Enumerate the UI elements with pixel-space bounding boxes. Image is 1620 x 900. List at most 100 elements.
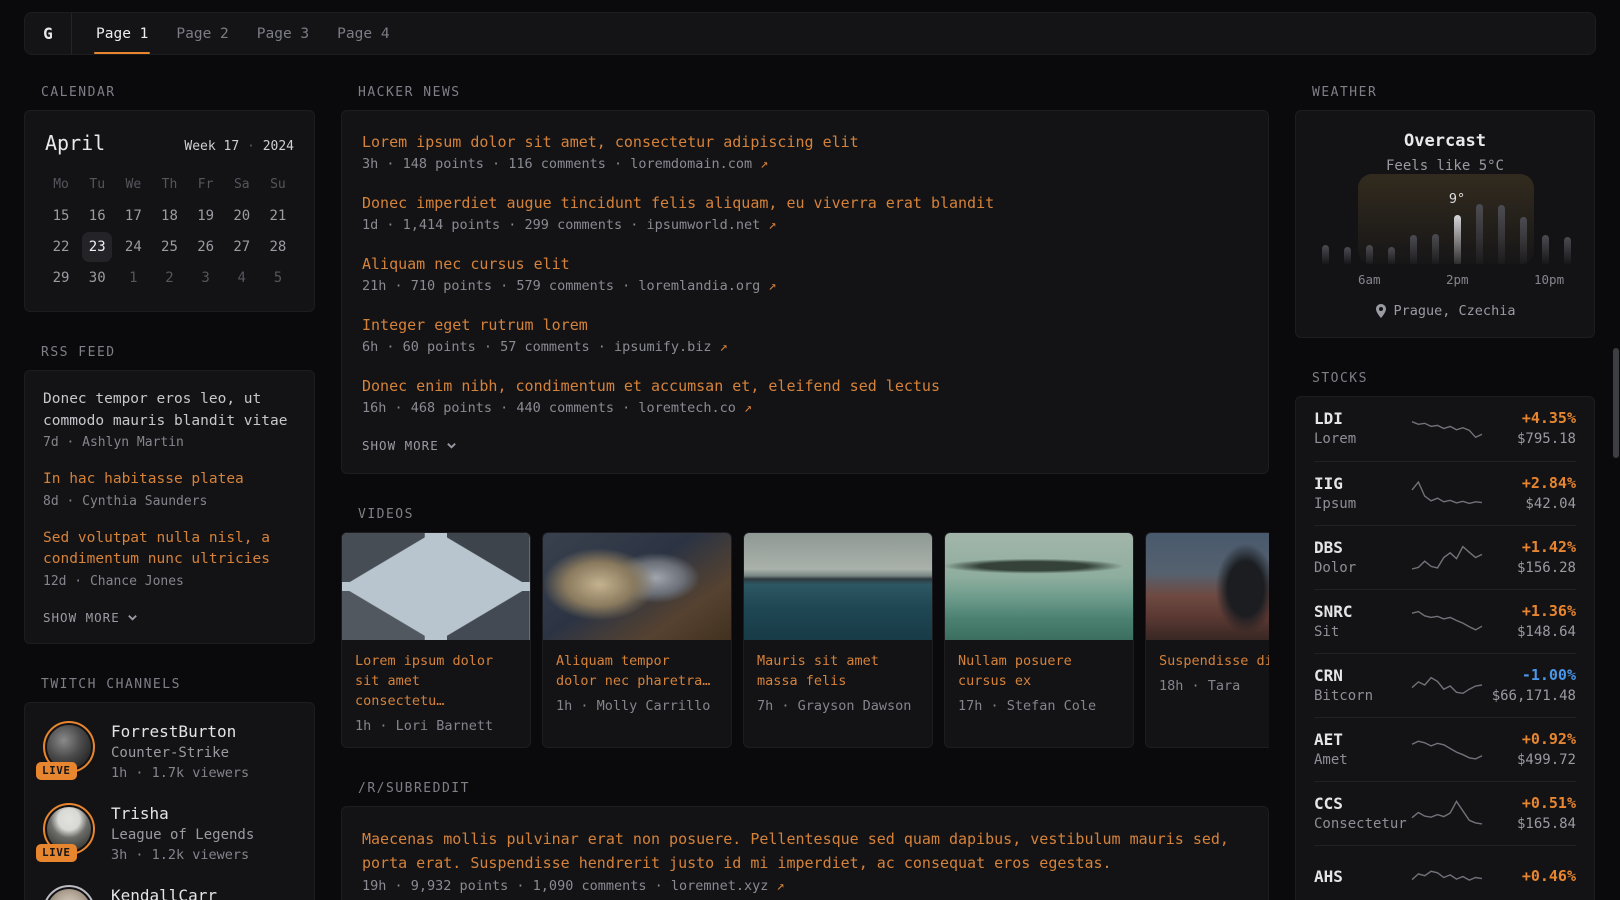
video-title[interactable]: Mauris sit amet massa felis [744, 640, 932, 691]
twitch-channel-name[interactable]: ForrestBurton [111, 721, 249, 743]
stock-row-iig[interactable]: IIGIpsum+2.84%$42.04 [1314, 461, 1576, 525]
stocks-section: STOCKS LDILorem+4.35%$795.18IIGIpsum+2.8… [1295, 371, 1595, 900]
video-title[interactable]: Suspendisse diam [1146, 640, 1269, 671]
rss-item-title[interactable]: Sed volutpat nulla nisl, a condimentum n… [43, 528, 296, 571]
weather-feels-like: Feels like 5°C [1314, 158, 1576, 174]
right-column: WEATHER Overcast Feels like 5°C 9° 6am 2… [1295, 85, 1595, 900]
stock-row-ccs[interactable]: CCSConsectetur+0.51%$165.84 [1314, 781, 1576, 845]
video-meta: 7h · Grayson Dawson [744, 691, 932, 727]
video-title[interactable]: Lorem ipsum dolor sit amet consectetu… [342, 640, 530, 711]
video-card[interactable]: Aliquam tempor dolor nec pharetra…1h · M… [542, 532, 732, 748]
hackernews-item-domain-link[interactable]: loremdomain.com ↗ [630, 156, 768, 172]
rss-item-title[interactable]: Donec tempor eros leo, ut commodo mauris… [43, 389, 296, 432]
calendar-day-grid: 1516171819202122232425262728293012345 [43, 201, 296, 293]
hackernews-item-title[interactable]: Aliquam nec cursus elit [362, 253, 1248, 275]
hackernews-show-more-button[interactable]: SHOW MORE [362, 436, 457, 453]
hackernews-item-title[interactable]: Donec enim nibh, condimentum et accumsan… [362, 375, 1248, 397]
video-title[interactable]: Aliquam tempor dolor nec pharetra… [543, 640, 731, 691]
stock-row-aet[interactable]: AETAmet+0.92%$499.72 [1314, 717, 1576, 781]
stock-row-snrc[interactable]: SNRCSit+1.36%$148.64 [1314, 589, 1576, 653]
hackernews-item-domain-link[interactable]: loremlandia.org ↗ [638, 278, 776, 294]
stock-row-crn[interactable]: CRNBitcorn-1.00%$66,171.48 [1314, 653, 1576, 717]
stock-change: +4.35% [1484, 408, 1576, 429]
weather-bar-area: 9° [1314, 204, 1578, 264]
weather-bar-slot [1512, 204, 1534, 264]
hackernews-item-title[interactable]: Lorem ipsum dolor sit amet, consectetur … [362, 131, 1248, 153]
stock-values: +4.35%$795.18 [1484, 408, 1576, 449]
calendar-day: 19 [191, 201, 221, 231]
stock-sparkline [1410, 798, 1484, 828]
weather-hour-label [1512, 272, 1534, 287]
hackernews-item-meta: 6h · 60 points · 57 comments · ipsumify.… [362, 336, 1248, 358]
weather-bar [1542, 235, 1549, 264]
stock-ticker: IIG [1314, 473, 1410, 494]
avatar [47, 889, 91, 900]
calendar-day: 16 [82, 201, 112, 231]
calendar-month: April [45, 131, 105, 155]
rss-item-title[interactable]: In hac habitasse platea [43, 469, 296, 491]
rss-item-list: Donec tempor eros leo, ut commodo mauris… [43, 389, 296, 592]
nav-tab-page-1[interactable]: Page 1 [82, 13, 162, 54]
stock-row-dbs[interactable]: DBSDolor+1.42%$156.28 [1314, 525, 1576, 589]
stock-row-ldi[interactable]: LDILorem+4.35%$795.18 [1314, 397, 1576, 461]
hackernews-section-title: HACKER NEWS [358, 85, 1269, 100]
stock-values: +1.36%$148.64 [1484, 601, 1576, 642]
video-card[interactable]: Mauris sit amet massa felis7h · Grayson … [743, 532, 933, 748]
hackernews-item-domain-link[interactable]: loremtech.co ↗ [638, 400, 752, 416]
rss-show-more-label: SHOW MORE [43, 610, 120, 625]
calendar-day: 1 [118, 263, 148, 293]
nav-tab-page-4[interactable]: Page 4 [323, 13, 403, 54]
avatar-kendallcarr[interactable] [43, 885, 95, 900]
hackernews-item-title[interactable]: Integer eget rutrum lorem [362, 314, 1248, 336]
twitch-channel-row[interactable]: LIVETrishaLeague of Legends3h · 1.2k vie… [43, 803, 296, 865]
twitch-channel-name[interactable]: Trisha [111, 803, 254, 825]
stock-change: -1.00% [1484, 665, 1576, 686]
video-title[interactable]: Nullam posuere cursus ex [945, 640, 1133, 691]
page-scrollbar [1612, 0, 1620, 900]
twitch-channel-row[interactable]: KendallCarr [43, 885, 296, 900]
stock-price: $156.28 [1484, 558, 1576, 578]
video-card[interactable]: Lorem ipsum dolor sit amet consectetu…1h… [341, 532, 531, 748]
stock-ticker: AHS [1314, 866, 1410, 887]
middle-column: HACKER NEWS Lorem ipsum dolor sit amet, … [341, 85, 1269, 900]
weather-location: Prague, Czechia [1394, 303, 1516, 319]
twitch-channel-name[interactable]: KendallCarr [111, 885, 217, 900]
twitch-channel-row[interactable]: LIVEForrestBurtonCounter-Strike1h · 1.7k… [43, 721, 296, 783]
hackernews-item-title[interactable]: Donec imperdiet augue tincidunt felis al… [362, 192, 1248, 214]
stock-values: +0.51%$165.84 [1484, 793, 1576, 834]
hackernews-item-domain-link[interactable]: ipsumify.biz ↗ [614, 339, 728, 355]
weather-bar-slot [1534, 204, 1556, 264]
stocks-section-title: STOCKS [1312, 371, 1595, 386]
video-card[interactable]: Suspendisse diam18h · Tara [1145, 532, 1269, 748]
stock-name: Bitcorn [1314, 686, 1410, 706]
calendar-weekday-row: MoTuWeThFrSaSu [43, 177, 296, 195]
nav-tab-page-3[interactable]: Page 3 [243, 13, 323, 54]
weather-bar-slot [1336, 204, 1358, 264]
scrollbar-thumb[interactable] [1613, 348, 1619, 458]
weather-hour-label [1336, 272, 1358, 287]
stock-sparkline [1410, 670, 1484, 700]
sparkline-chart [1410, 862, 1484, 892]
stock-ticker: DBS [1314, 537, 1410, 558]
rss-show-more-button[interactable]: SHOW MORE [43, 608, 138, 625]
weather-hour-label [1490, 272, 1512, 287]
calendar-weekday: Su [270, 177, 286, 195]
weather-bar [1322, 245, 1329, 264]
calendar-section-title: CALENDAR [41, 85, 315, 100]
app-logo[interactable]: G [25, 13, 72, 54]
twitch-avatar-wrap: LIVE [43, 721, 95, 773]
nav-tab-page-2[interactable]: Page 2 [162, 13, 242, 54]
subreddit-post-domain-link[interactable]: loremnet.xyz ↗ [671, 878, 785, 894]
stock-identity: AHS [1314, 866, 1410, 887]
weather-bar [1498, 205, 1505, 264]
stock-row-ahs[interactable]: AHS+0.46% [1314, 845, 1576, 900]
subreddit-post-title[interactable]: Maecenas mollis pulvinar erat non posuer… [362, 827, 1248, 875]
stock-sparkline [1410, 542, 1484, 572]
twitch-channel-info: TrishaLeague of Legends3h · 1.2k viewers [111, 803, 254, 865]
stock-sparkline [1410, 862, 1484, 892]
hackernews-item-domain-link[interactable]: ipsumworld.net ↗ [646, 217, 776, 233]
weather-bar-slot [1402, 204, 1424, 264]
stock-name: Ipsum [1314, 494, 1410, 514]
rss-item: In hac habitasse platea8d · Cynthia Saun… [43, 469, 296, 512]
video-card[interactable]: Nullam posuere cursus ex17h · Stefan Col… [944, 532, 1134, 748]
